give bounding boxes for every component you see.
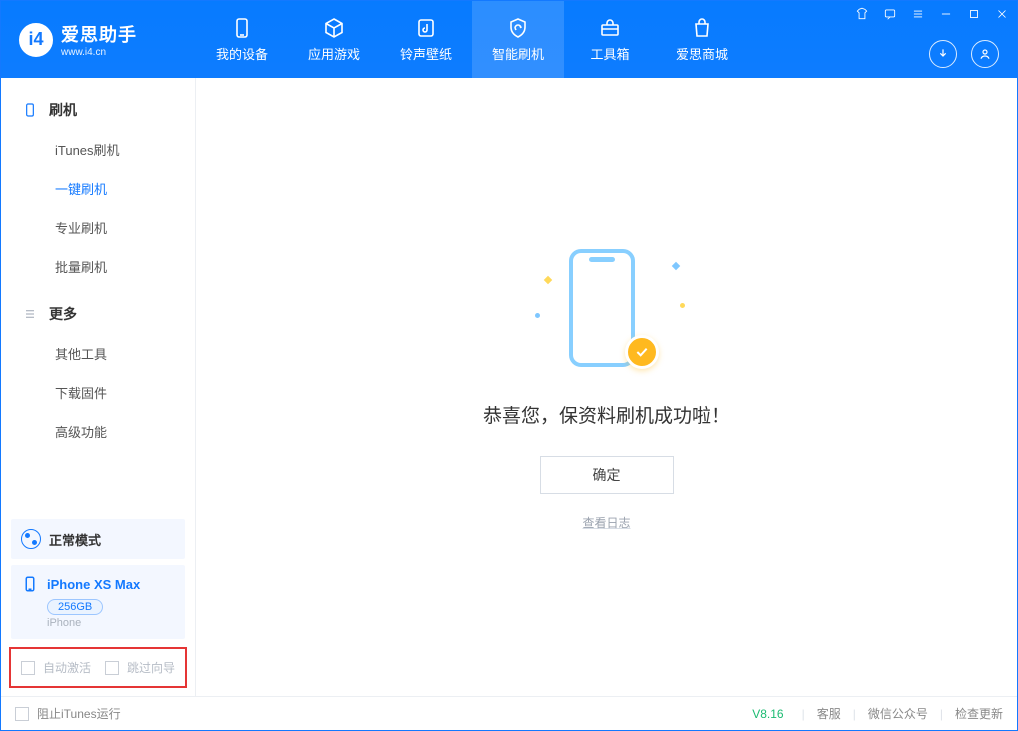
logo-text: 爱思助手 www.i4.cn: [61, 21, 137, 58]
maximize-button[interactable]: [965, 5, 983, 23]
shield-refresh-icon: [506, 16, 530, 40]
sidebar-list-flash: iTunes刷机 一键刷机 专业刷机 批量刷机: [1, 128, 195, 296]
user-button[interactable]: [971, 40, 999, 68]
nav-label: 我的设备: [216, 44, 268, 63]
checkbox-block-itunes[interactable]: 阻止iTunes运行: [15, 705, 121, 722]
cube-icon: [322, 16, 346, 40]
sidebar-item-itunes-flash[interactable]: iTunes刷机: [1, 130, 195, 169]
success-message: 恭喜您，保资料刷机成功啦！: [483, 401, 730, 428]
sidebar-item-other-tools[interactable]: 其他工具: [1, 334, 195, 373]
sparkle-icon: [671, 262, 679, 270]
close-button[interactable]: [993, 5, 1011, 23]
dot-icon: [535, 313, 540, 318]
phone-outline-icon: [21, 101, 39, 119]
sidebar-item-pro-flash[interactable]: 专业刷机: [1, 208, 195, 247]
sidebar-bottom: 正常模式 iPhone XS Max 256GB iPhone 自动激活: [1, 513, 195, 696]
minimize-button[interactable]: [937, 5, 955, 23]
checkbox-label: 自动激活: [43, 659, 91, 676]
feedback-icon[interactable]: [881, 5, 899, 23]
mode-icon: [21, 529, 41, 549]
skin-icon[interactable]: [853, 5, 871, 23]
success-illustration: [527, 243, 687, 373]
view-log-link[interactable]: 查看日志: [582, 514, 630, 531]
header: i4 爱思助手 www.i4.cn 我的设备 应用游戏 铃声壁纸 智能刷机: [1, 1, 1017, 78]
nav-ringtone-wallpaper[interactable]: 铃声壁纸: [380, 1, 472, 78]
toolbox-icon: [598, 16, 622, 40]
device-box[interactable]: iPhone XS Max 256GB iPhone: [11, 565, 185, 639]
logo-area[interactable]: i4 爱思助手 www.i4.cn: [1, 21, 196, 58]
nav-apps-games[interactable]: 应用游戏: [288, 1, 380, 78]
mode-label: 正常模式: [49, 530, 101, 549]
nav-label: 铃声壁纸: [400, 44, 452, 63]
device-capacity: 256GB: [47, 599, 103, 615]
sparkle-icon: [543, 276, 551, 284]
main-content: 恭喜您，保资料刷机成功啦！ 确定 查看日志: [196, 78, 1017, 696]
nav-toolbox[interactable]: 工具箱: [564, 1, 656, 78]
version-label: V8.16: [752, 707, 783, 721]
app-title: 爱思助手: [61, 21, 137, 47]
sidebar-main: 刷机 iTunes刷机 一键刷机 专业刷机 批量刷机 更多 其他工具 下载固件 …: [1, 78, 195, 513]
checkbox-icon: [15, 707, 29, 721]
nav-label: 应用游戏: [308, 44, 360, 63]
sidebar-item-download-firmware[interactable]: 下载固件: [1, 373, 195, 412]
sidebar-item-batch-flash[interactable]: 批量刷机: [1, 247, 195, 286]
checkbox-auto-activate[interactable]: 自动激活: [21, 659, 91, 676]
highlighted-options: 自动激活 跳过向导: [9, 647, 187, 688]
section-title: 更多: [49, 304, 77, 324]
music-note-icon: [414, 16, 438, 40]
checkbox-icon: [105, 661, 119, 675]
sidebar: 刷机 iTunes刷机 一键刷机 专业刷机 批量刷机 更多 其他工具 下载固件 …: [1, 78, 196, 696]
shopping-bag-icon: [690, 16, 714, 40]
sidebar-section-more[interactable]: 更多: [1, 296, 195, 332]
nav-my-device[interactable]: 我的设备: [196, 1, 288, 78]
app-logo-icon: i4: [19, 23, 53, 57]
sidebar-item-advanced[interactable]: 高级功能: [1, 412, 195, 451]
status-link-update[interactable]: 检查更新: [955, 705, 1003, 722]
status-bar: 阻止iTunes运行 V8.16 | 客服 | 微信公众号 | 检查更新: [1, 696, 1017, 730]
sidebar-section-flash[interactable]: 刷机: [1, 92, 195, 128]
device-type: iPhone: [47, 617, 175, 629]
window-controls: [853, 5, 1011, 23]
download-button[interactable]: [929, 40, 957, 68]
app-window: i4 爱思助手 www.i4.cn 我的设备 应用游戏 铃声壁纸 智能刷机: [0, 0, 1018, 731]
sidebar-list-more: 其他工具 下载固件 高级功能: [1, 332, 195, 461]
device-icon: [230, 16, 254, 40]
nav-label: 爱思商城: [676, 44, 728, 63]
ok-button[interactable]: 确定: [540, 456, 674, 494]
status-link-support[interactable]: 客服: [817, 705, 841, 722]
status-right: V8.16 | 客服 | 微信公众号 | 检查更新: [752, 705, 1003, 722]
nav-label: 智能刷机: [492, 44, 544, 63]
list-icon: [21, 305, 39, 323]
separator: |: [853, 707, 856, 721]
checkmark-badge-icon: [625, 335, 659, 369]
status-link-wechat[interactable]: 微信公众号: [868, 705, 928, 722]
device-phone-icon: [21, 575, 39, 593]
app-subtitle: www.i4.cn: [61, 47, 137, 58]
nav-store[interactable]: 爱思商城: [656, 1, 748, 78]
status-left: 阻止iTunes运行: [15, 705, 121, 722]
sidebar-item-oneclick-flash[interactable]: 一键刷机: [1, 169, 195, 208]
nav-smart-flash[interactable]: 智能刷机: [472, 1, 564, 78]
body: 刷机 iTunes刷机 一键刷机 专业刷机 批量刷机 更多 其他工具 下载固件 …: [1, 78, 1017, 696]
checkbox-skip-guide[interactable]: 跳过向导: [105, 659, 175, 676]
checkbox-label: 跳过向导: [127, 659, 175, 676]
separator: |: [940, 707, 943, 721]
mode-box[interactable]: 正常模式: [11, 519, 185, 559]
device-name: iPhone XS Max: [47, 577, 140, 592]
nav-label: 工具箱: [590, 44, 629, 63]
checkbox-icon: [21, 661, 35, 675]
header-right-actions: [929, 40, 999, 68]
checkbox-label: 阻止iTunes运行: [37, 705, 121, 722]
top-nav: 我的设备 应用游戏 铃声壁纸 智能刷机 工具箱 爱思商城: [196, 1, 748, 78]
separator: |: [802, 707, 805, 721]
dot-icon: [680, 303, 685, 308]
section-title: 刷机: [49, 100, 77, 120]
menu-icon[interactable]: [909, 5, 927, 23]
